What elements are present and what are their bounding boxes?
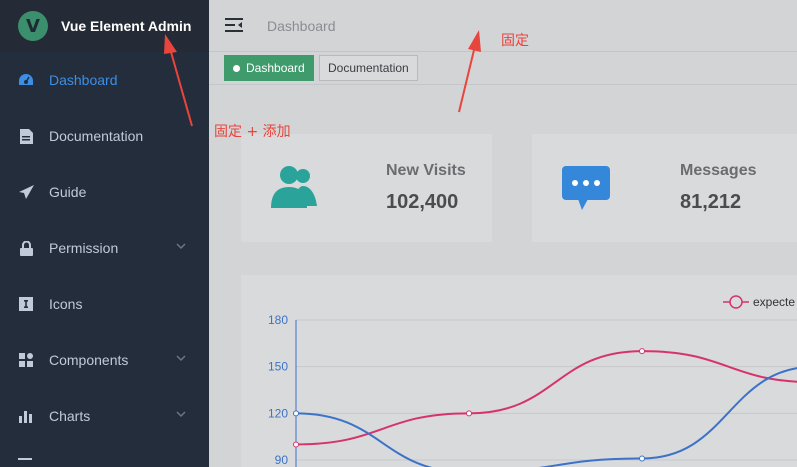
sidebar-item-documentation[interactable]: Documentation — [0, 108, 209, 164]
sidebar-item-permission[interactable]: Permission — [0, 220, 209, 276]
sidebar-item-label: Guide — [49, 184, 87, 200]
series-point — [293, 410, 299, 417]
dashboard-icon — [18, 72, 34, 88]
logo-area[interactable]: V Vue Element Admin — [0, 0, 209, 52]
sidebar-item-components[interactable]: Components — [0, 332, 209, 388]
sidebar-item-label: Documentation — [49, 128, 144, 144]
message-icon — [562, 166, 610, 210]
components-icon — [18, 352, 34, 368]
y-tick-label: 90 — [275, 453, 289, 467]
panel-new-visits[interactable]: New Visits 102,400 — [241, 134, 492, 242]
people-icon — [271, 166, 317, 208]
panel-messages[interactable]: Messages 81,212 — [532, 134, 797, 242]
tag-documentation[interactable]: Documentation — [319, 55, 418, 81]
line-chart-card: 180 150 120 90 expecte — [241, 275, 797, 467]
annotation-fixed: 固定 — [501, 33, 529, 49]
sidebar-item-label: Components — [49, 352, 129, 368]
chevron-down-icon — [176, 411, 186, 418]
lock-icon — [18, 240, 34, 256]
series-point — [639, 348, 645, 355]
tag-dashboard[interactable]: Dashboard — [224, 55, 314, 81]
y-tick-label: 150 — [268, 360, 288, 374]
tag-label: Dashboard — [246, 61, 305, 75]
y-tick-label: 120 — [268, 406, 288, 420]
series-point — [293, 441, 299, 448]
series-line-0 — [295, 350, 797, 446]
chart-icon — [18, 408, 34, 424]
sidebar-item-dashboard[interactable]: Dashboard — [0, 52, 209, 108]
active-dot-icon — [233, 64, 240, 72]
annotation-fixed-add: 固定 + 添加 — [214, 124, 291, 140]
series-point — [466, 410, 472, 417]
sidebar-item-guide[interactable]: Guide — [0, 164, 209, 220]
panel-label: New Visits — [386, 162, 466, 179]
y-tick-label: 180 — [268, 313, 288, 327]
sidebar-item-label: Charts — [49, 408, 91, 424]
document-icon — [18, 128, 34, 144]
sidebar-item-label: Permission — [49, 240, 119, 256]
chevron-down-icon — [176, 355, 186, 362]
sidebar-item-charts[interactable]: Charts — [0, 388, 209, 444]
line-chart: 180 150 120 90 expecte — [268, 295, 797, 467]
hamburger-icon[interactable] — [225, 16, 243, 34]
sidebar-item-label: Dashboard — [49, 72, 118, 88]
sidebar-item-label: Icons — [49, 296, 83, 312]
breadcrumb[interactable]: Dashboard — [267, 18, 336, 34]
icon-icon — [18, 296, 34, 312]
chevron-down-icon — [176, 243, 186, 250]
vue-logo-icon: V — [18, 11, 48, 41]
series-point — [639, 455, 645, 462]
sidebar: V Vue Element Admin Dashboard Documentat… — [0, 0, 209, 467]
legend-label: expecte — [753, 295, 795, 309]
list-icon — [18, 458, 32, 460]
panel-label: Messages — [680, 162, 757, 179]
tag-label: Documentation — [328, 61, 409, 75]
tags-view: Dashboard Documentation — [209, 52, 797, 85]
series-line-1 — [295, 367, 797, 467]
legend-marker — [729, 295, 743, 309]
panel-value: 102,400 — [386, 191, 459, 213]
app-title: Vue Element Admin — [61, 18, 192, 34]
paper-plane-icon — [18, 184, 34, 200]
sidebar-item-icons[interactable]: Icons — [0, 276, 209, 332]
panel-value: 81,212 — [680, 191, 742, 213]
